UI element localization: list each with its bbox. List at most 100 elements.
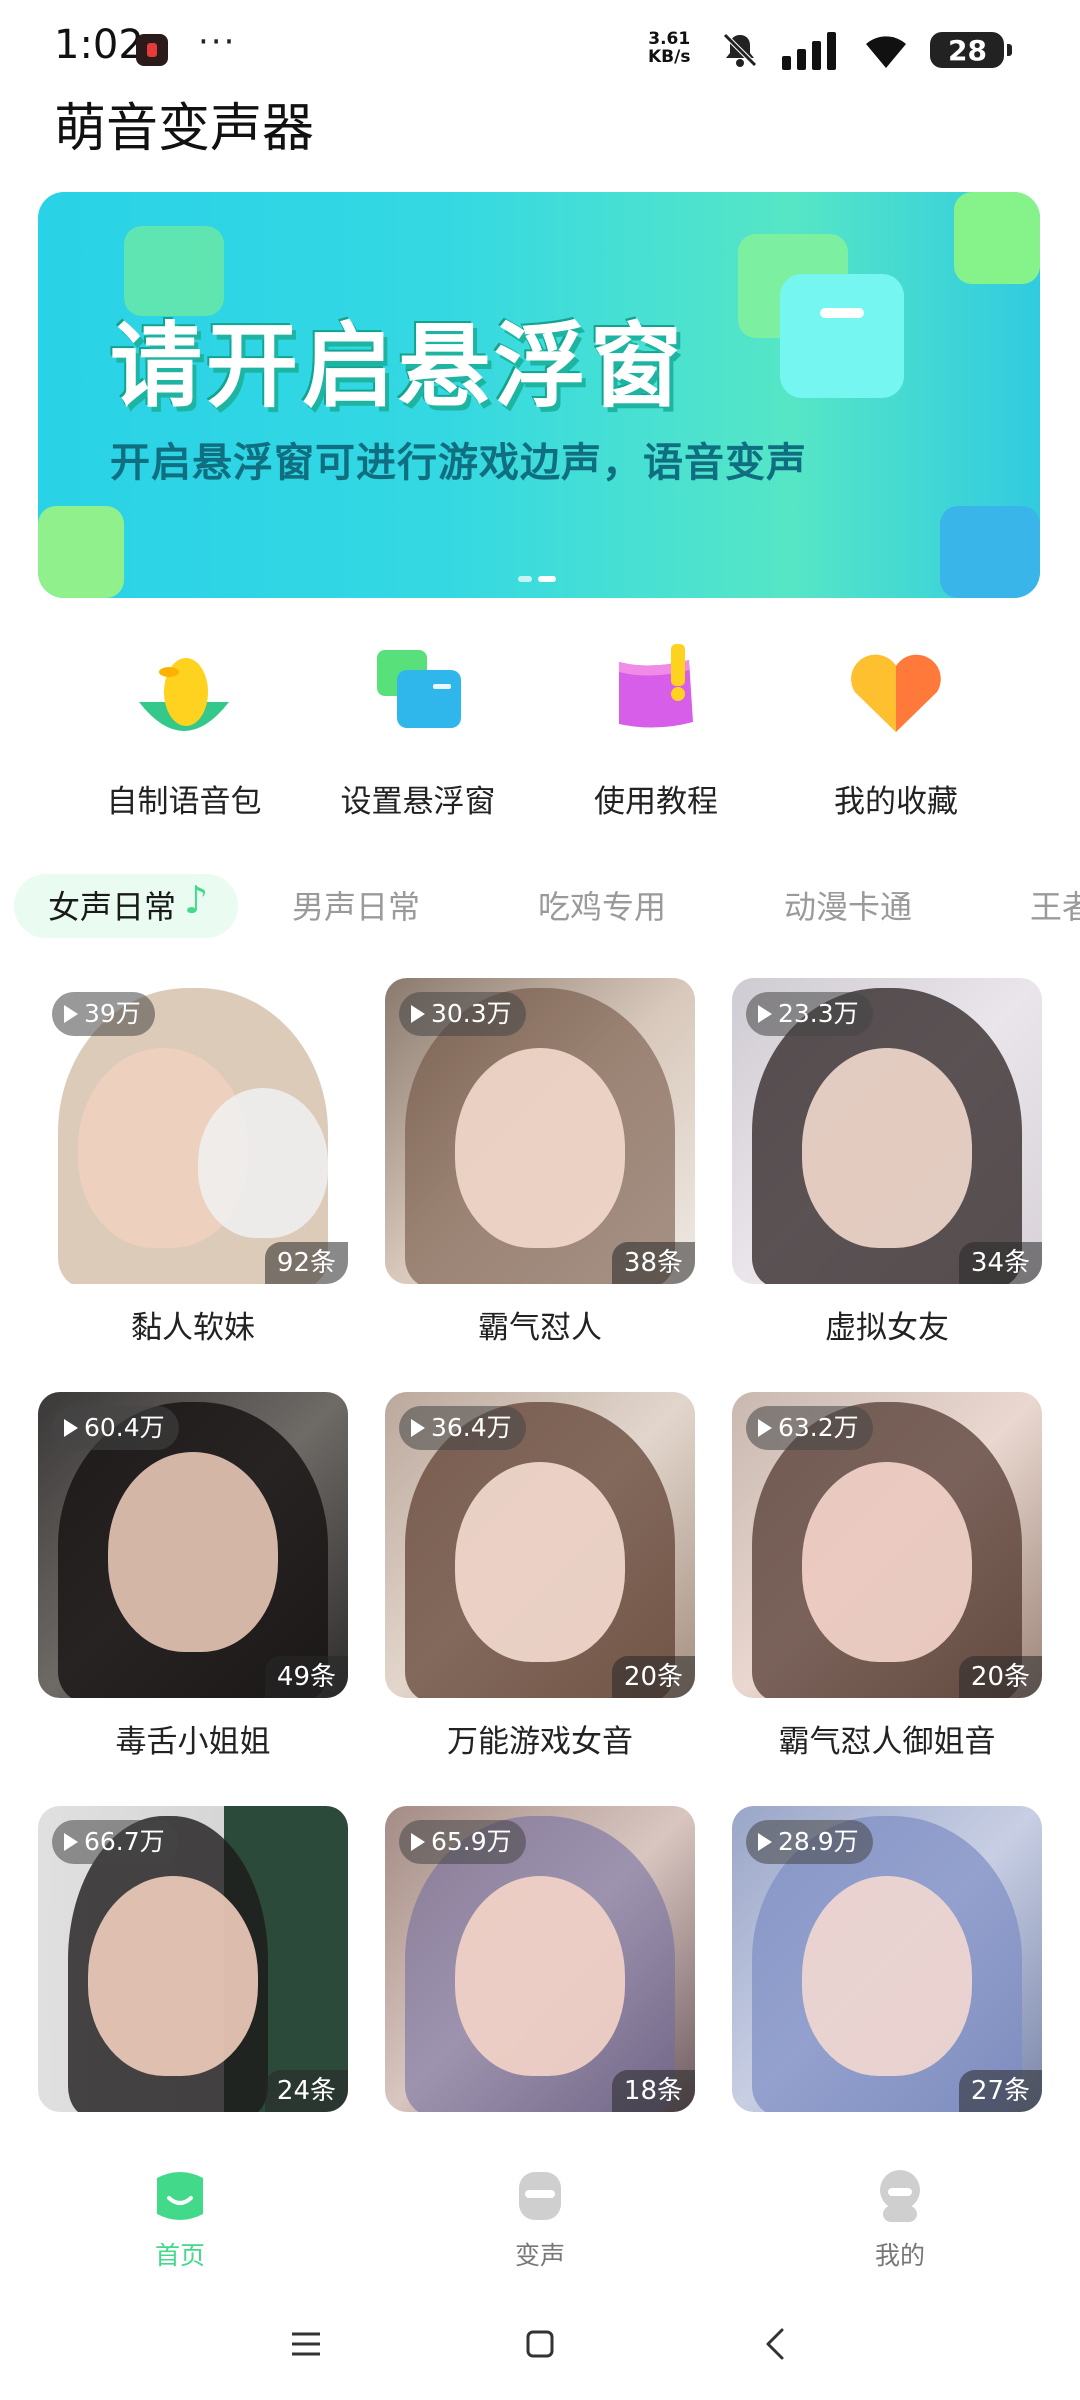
voice-pack-card[interactable]: 28.9万 27条 — [732, 1806, 1042, 2130]
clip-count: 20条 — [958, 1656, 1042, 1698]
quick-action-floating-window[interactable]: 设置悬浮窗 — [298, 640, 538, 821]
play-count-badge: 66.7万 — [52, 1820, 179, 1864]
quick-action-label: 自制语音包 — [106, 784, 262, 820]
play-icon — [411, 1833, 425, 1851]
status-bar: 1:02 ··· 3.61 KB/s 28 — [0, 0, 1080, 90]
network-speed-unit: KB/s — [648, 47, 691, 67]
heart-icon — [851, 654, 941, 732]
voice-pack-card[interactable]: 63.2万 20条 霸气怼人御姐音 — [732, 1392, 1042, 1761]
play-count: 65.9万 — [431, 1827, 512, 1856]
voice-pack-card[interactable]: 30.3万 38条 霸气怼人 — [385, 978, 695, 1347]
nav-voice-change[interactable]: 变声 — [450, 2168, 630, 2272]
nav-home[interactable]: 首页 — [90, 2168, 270, 2272]
play-icon — [411, 1419, 425, 1437]
floating-window-banner[interactable]: 请开启悬浮窗 开启悬浮窗可进行游戏边声，语音变声 — [38, 192, 1040, 598]
voice-pack-card[interactable]: 66.7万 24条 — [38, 1806, 348, 2130]
quick-action-custom-voice-pack[interactable]: 自制语音包 — [64, 640, 304, 821]
play-icon — [64, 1833, 78, 1851]
voice-pack-card[interactable]: 36.4万 20条 万能游戏女音 — [385, 1392, 695, 1761]
voice-pack-name: 黏人软妹 — [131, 1310, 255, 1346]
category-tabs: 女声日常 ♪ 男声日常 吃鸡专用 动漫卡通 王者 — [0, 866, 1080, 946]
battery-level: 28 — [948, 34, 987, 67]
voice-pack-cover: 60.4万 49条 — [38, 1392, 348, 1698]
music-note-icon: ♪ — [184, 878, 209, 922]
play-count-badge: 63.2万 — [746, 1406, 873, 1450]
app-title: 萌音变声器 — [54, 99, 315, 159]
banner-headline: 请开启悬浮窗 — [110, 313, 687, 420]
banner-pagination — [518, 576, 556, 582]
status-time: 1:02 — [54, 22, 144, 68]
voice-pack-card[interactable]: 65.9万 18条 — [385, 1806, 695, 2130]
play-count-badge: 36.4万 — [399, 1406, 526, 1450]
tab-anime[interactable]: 动漫卡通 — [784, 882, 912, 928]
music-app-notification-icon — [136, 34, 168, 66]
voice-pack-cover: 66.7万 24条 — [38, 1806, 348, 2112]
quick-actions: 自制语音包 设置悬浮窗 使用教程 我的收藏 — [0, 640, 1080, 840]
tutorial-book-icon — [619, 644, 693, 728]
clip-count: 18条 — [611, 2070, 695, 2112]
voice-pack-cover: 30.3万 38条 — [385, 978, 695, 1284]
voice-pack-cover: 23.3万 34条 — [732, 978, 1042, 1284]
play-count: 36.4万 — [431, 1413, 512, 1442]
wifi-icon — [866, 36, 906, 68]
clip-count: 38条 — [611, 1242, 695, 1284]
network-speed: 3.61 KB/s — [648, 30, 690, 66]
voice-pack-card[interactable]: 39万 92条 黏人软妹 — [38, 978, 348, 1347]
voice-pack-name: 霸气怼人 — [478, 1310, 602, 1346]
quick-action-label: 我的收藏 — [834, 784, 958, 820]
play-count: 60.4万 — [84, 1413, 165, 1442]
play-icon — [758, 1005, 772, 1023]
voice-pack-card[interactable]: 23.3万 34条 虚拟女友 — [732, 978, 1042, 1347]
quick-action-tutorial[interactable]: 使用教程 — [536, 640, 776, 821]
voice-pack-name: 霸气怼人御姐音 — [778, 1724, 996, 1760]
voice-pack-name: 万能游戏女音 — [447, 1724, 633, 1760]
play-count-badge: 65.9万 — [399, 1820, 526, 1864]
back-icon[interactable] — [752, 2320, 800, 2368]
play-icon — [411, 1005, 425, 1023]
play-count: 28.9万 — [778, 1827, 859, 1856]
clip-count: 92条 — [264, 1242, 348, 1284]
play-icon — [758, 1419, 772, 1437]
duck-icon — [139, 658, 229, 731]
nav-label: 首页 — [154, 2241, 205, 2270]
nav-label: 变声 — [514, 2241, 565, 2270]
tab-female-daily[interactable]: 女声日常 ♪ — [14, 874, 238, 938]
voice-pack-cover: 28.9万 27条 — [732, 1806, 1042, 2112]
clip-count: 20条 — [611, 1656, 695, 1698]
battery-icon: 28 — [930, 32, 1012, 68]
voice-pack-cover: 63.2万 20条 — [732, 1392, 1042, 1698]
banner-decor — [38, 506, 124, 598]
nav-label: 我的 — [874, 2241, 925, 2270]
play-count-badge: 39万 — [52, 992, 155, 1036]
tab-honor-of-kings[interactable]: 王者 — [1030, 882, 1080, 928]
play-count: 23.3万 — [778, 999, 859, 1028]
tab-pubg[interactable]: 吃鸡专用 — [538, 882, 666, 928]
play-icon — [64, 1005, 78, 1023]
home-button-icon[interactable] — [516, 2320, 564, 2368]
floating-window-illustration — [780, 274, 904, 398]
network-speed-value: 3.61 — [648, 29, 691, 49]
voice-pack-card[interactable]: 60.4万 49条 毒舌小姐姐 — [38, 1392, 348, 1761]
voice-pack-cover: 65.9万 18条 — [385, 1806, 695, 2112]
banner-decor — [954, 192, 1040, 284]
voice-change-icon — [519, 2172, 561, 2220]
voice-pack-name: 毒舌小姐姐 — [115, 1724, 271, 1760]
profile-icon — [880, 2170, 920, 2222]
home-icon — [157, 2172, 203, 2220]
tab-male-daily[interactable]: 男声日常 — [292, 882, 420, 928]
play-icon — [64, 1419, 78, 1437]
menu-icon[interactable] — [282, 2320, 330, 2368]
bell-muted-icon — [723, 33, 757, 67]
play-count-badge: 23.3万 — [746, 992, 873, 1036]
bottom-nav: 首页 变声 我的 — [0, 2140, 1080, 2290]
play-count: 66.7万 — [84, 1827, 165, 1856]
play-count-badge: 30.3万 — [399, 992, 526, 1036]
voice-pack-name: 虚拟女友 — [825, 1310, 949, 1346]
quick-action-favorites[interactable]: 我的收藏 — [776, 640, 1016, 821]
nav-profile[interactable]: 我的 — [810, 2168, 990, 2272]
clip-count: 27条 — [958, 2070, 1042, 2112]
play-count: 39万 — [84, 999, 141, 1028]
play-count-badge: 28.9万 — [746, 1820, 873, 1864]
voice-pack-cover: 36.4万 20条 — [385, 1392, 695, 1698]
banner-decor — [940, 506, 1040, 598]
